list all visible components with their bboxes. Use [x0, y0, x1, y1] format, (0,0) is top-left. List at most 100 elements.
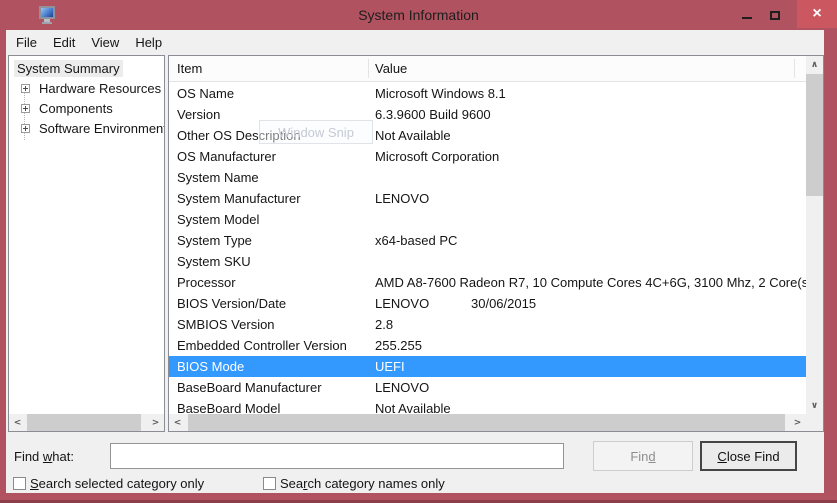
menu-item-label: View — [91, 35, 119, 50]
value-cell: LENOVO — [375, 377, 429, 398]
find-button[interactable]: Find — [593, 441, 693, 471]
close-icon: × — [812, 0, 821, 28]
details-list-pane: Item Value OS Name Microsoft Windows 8.1… — [168, 55, 824, 432]
item-cell: SMBIOS Version — [177, 314, 275, 335]
table-row[interactable]: BIOS Mode UEFI — [169, 356, 806, 377]
checkbox-icon[interactable] — [263, 477, 276, 490]
tree-item-system-summary[interactable]: System Summary — [9, 58, 164, 78]
value-cell: Microsoft Corporation — [375, 146, 499, 167]
item-cell: OS Name — [177, 83, 234, 104]
window-bottom-border — [0, 493, 837, 503]
find-bar: Find what: Find Close Find Search select… — [6, 437, 824, 493]
menu-item-help[interactable]: Help — [127, 30, 170, 54]
item-cell: System Name — [177, 167, 259, 188]
item-cell: System Manufacturer — [177, 188, 301, 209]
table-row[interactable]: OS Manufacturer Microsoft Corporation — [169, 146, 806, 167]
expand-icon[interactable] — [21, 104, 30, 113]
maximize-icon — [770, 11, 780, 20]
item-cell: BaseBoard Manufacturer — [177, 377, 322, 398]
value-cell: AMD A8-7600 Radeon R7, 10 Compute Cores … — [375, 272, 806, 293]
menu-item-view[interactable]: View — [83, 30, 127, 54]
monitor-icon — [39, 6, 55, 19]
category-tree: System Summary Hardware Resources Compon… — [9, 58, 164, 138]
find-input[interactable] — [110, 443, 564, 469]
table-row[interactable]: System Model — [169, 209, 806, 230]
menu-item-label: File — [16, 35, 37, 50]
table-row[interactable]: System Manufacturer LENOVO — [169, 188, 806, 209]
value-date-cell: 30/06/2015 — [471, 293, 536, 314]
maximize-button[interactable] — [761, 0, 789, 28]
menu-item-file[interactable]: File — [8, 30, 45, 54]
scrollbar-thumb[interactable] — [27, 414, 141, 431]
item-cell: System Model — [177, 209, 259, 230]
tree-item-label: Hardware Resources — [36, 80, 164, 97]
column-header-item[interactable]: Item — [177, 56, 202, 81]
table-row[interactable]: System Type x64-based PC — [169, 230, 806, 251]
scrollbar-thumb[interactable] — [188, 414, 785, 431]
find-what-label: Find what: — [14, 449, 74, 464]
scroll-up-icon[interactable]: ∧ — [806, 56, 823, 73]
value-cell: Microsoft Windows 8.1 — [375, 83, 506, 104]
item-cell: System Type — [177, 230, 252, 251]
item-cell: OS Manufacturer — [177, 146, 276, 167]
window-title: System Information — [358, 0, 479, 30]
scrollbar-thumb[interactable] — [806, 74, 823, 196]
value-cell: 255.255 — [375, 335, 422, 356]
checkbox-label: Search category names only — [280, 476, 445, 491]
item-cell: Version — [177, 104, 220, 125]
checkbox-search-category-names[interactable]: Search category names only — [263, 476, 445, 491]
tree-horizontal-scrollbar[interactable]: < > — [9, 414, 164, 431]
table-row[interactable]: Version 6.3.9600 Build 9600 — [169, 104, 806, 125]
scroll-left-icon[interactable]: < — [9, 414, 26, 431]
menu-item-edit[interactable]: Edit — [45, 30, 83, 54]
item-cell: Embedded Controller Version — [177, 335, 347, 356]
table-row[interactable]: Processor AMD A8-7600 Radeon R7, 10 Comp… — [169, 272, 806, 293]
column-divider[interactable] — [368, 59, 369, 78]
table-row[interactable]: SMBIOS Version 2.8 — [169, 314, 806, 335]
checkbox-icon[interactable] — [13, 477, 26, 490]
table-row[interactable]: OS Name Microsoft Windows 8.1 — [169, 83, 806, 104]
scroll-right-icon[interactable]: > — [789, 414, 806, 431]
minimize-icon — [742, 17, 752, 19]
expand-icon[interactable] — [21, 124, 30, 133]
tree-item-software-environment[interactable]: Software Environment — [9, 118, 164, 138]
tree-item-label: Software Environment — [36, 120, 164, 137]
window-body: File Edit View Help System Summary Hardware… — [6, 30, 824, 493]
category-tree-pane: System Summary Hardware Resources Compon… — [8, 55, 165, 432]
list-horizontal-scrollbar[interactable]: < > — [169, 414, 806, 431]
value-cell: LENOVO — [375, 188, 429, 209]
table-row[interactable]: System SKU — [169, 251, 806, 272]
app-icon[interactable] — [39, 6, 57, 24]
table-row[interactable]: Embedded Controller Version 255.255 — [169, 335, 806, 356]
table-row[interactable]: BaseBoard Model Not Available — [169, 398, 806, 414]
system-information-window: System Information × File Edit View Help Sy… — [0, 0, 837, 503]
checkbox-search-selected-category[interactable]: Search selected category only — [13, 476, 204, 491]
table-row[interactable]: BaseBoard Manufacturer LENOVO — [169, 377, 806, 398]
item-cell: Processor — [177, 272, 236, 293]
scrollbar-corner — [806, 414, 823, 431]
table-row[interactable]: System Name — [169, 167, 806, 188]
value-cell: 6.3.9600 Build 9600 — [375, 104, 491, 125]
table-row[interactable]: BIOS Version/Date LENOVO 30/06/2015 — [169, 293, 806, 314]
close-find-button[interactable]: Close Find — [700, 441, 797, 471]
vertical-scrollbar[interactable]: ∧ ∨ — [806, 56, 823, 414]
table-row[interactable]: Other OS Description Not Available — [169, 125, 806, 146]
column-divider[interactable] — [794, 59, 795, 78]
list-header: Item Value — [169, 56, 806, 82]
value-cell: LENOVO — [375, 293, 429, 314]
scroll-down-icon[interactable]: ∨ — [806, 397, 823, 414]
tree-item-label: System Summary — [14, 60, 123, 77]
column-header-value[interactable]: Value — [375, 56, 407, 81]
minimize-button[interactable] — [733, 0, 761, 28]
close-button[interactable]: × — [797, 0, 837, 28]
scroll-right-icon[interactable]: > — [147, 414, 164, 431]
scroll-left-icon[interactable]: < — [169, 414, 186, 431]
title-bar: System Information × — [0, 0, 837, 30]
menu-item-label: Edit — [53, 35, 75, 50]
tree-item-components[interactable]: Components — [9, 98, 164, 118]
tree-item-hardware-resources[interactable]: Hardware Resources — [9, 78, 164, 98]
item-cell: BaseBoard Model — [177, 398, 280, 414]
expand-icon[interactable] — [21, 84, 30, 93]
item-cell: BIOS Mode — [177, 356, 244, 377]
value-cell: x64-based PC — [375, 230, 457, 251]
